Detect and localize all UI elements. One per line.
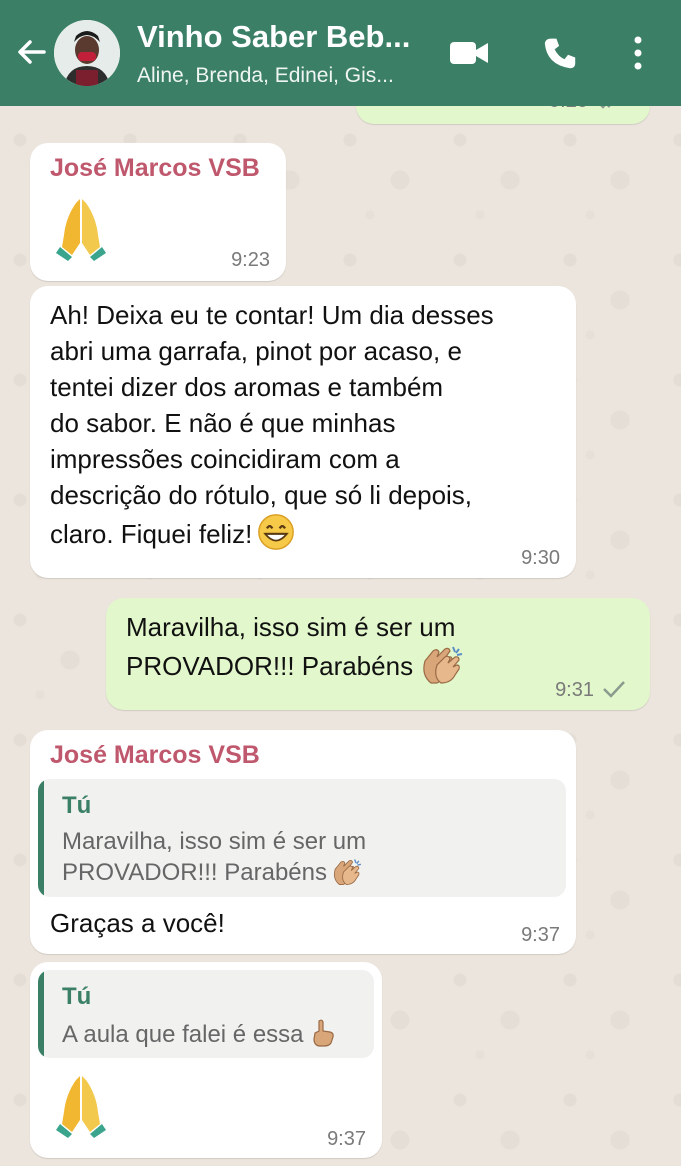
pointing-up-emoji: [312, 1019, 334, 1047]
message-bubble-incoming[interactable]: José Marcos VSB Tú Maravilha, isso sim é…: [30, 730, 576, 954]
more-options-icon[interactable]: [632, 36, 644, 70]
message-time: 9:31: [555, 679, 594, 701]
group-avatar[interactable]: [54, 20, 120, 86]
clapping-hands-emoji: [333, 859, 362, 885]
message-bubble-outgoing[interactable]: Maravilha, isso sim é ser um PROVADOR!!!…: [106, 598, 650, 710]
message-bubble-incoming[interactable]: Ah! Deixa eu te contar! Um dia desses ab…: [30, 286, 576, 578]
avatar-picture: [54, 20, 120, 86]
message-time: 9:37: [327, 1128, 366, 1150]
back-arrow-icon[interactable]: [14, 34, 50, 70]
message-time: 9:23: [231, 249, 270, 271]
quote-author: Tú: [62, 983, 92, 1010]
chat-header: Vinho Saber Beb... Aline, Brenda, Edinei…: [0, 0, 681, 106]
chat-participants[interactable]: Aline, Brenda, Edinei, Gis...: [137, 64, 427, 88]
grinning-face-emoji: [258, 514, 295, 550]
quote-text: A aula que falei é essa: [62, 1019, 336, 1050]
sender-name: José Marcos VSB: [50, 741, 260, 769]
phone-call-icon[interactable]: [541, 36, 579, 70]
folded-hands-emoji: [56, 1076, 106, 1138]
quoted-message[interactable]: Tú Maravilha, isso sim é ser um PROVADOR…: [38, 779, 566, 897]
message-bubble-incoming[interactable]: Tú A aula que falei é essa 9:37: [30, 962, 382, 1158]
quote-accent-bar: [38, 970, 44, 1058]
clapping-hands-emoji: [423, 646, 463, 684]
message-text: Graças a você!: [50, 908, 225, 938]
message-time: 9:37: [521, 924, 560, 946]
chat-title[interactable]: Vinho Saber Beb...: [137, 19, 427, 55]
video-call-icon[interactable]: [448, 36, 490, 70]
message-text: Maravilha, isso sim é ser um PROVADOR!!!…: [126, 609, 606, 685]
message-text: Ah! Deixa eu te contar! Um dia desses ab…: [50, 300, 494, 550]
quote-accent-bar: [38, 779, 44, 897]
sender-name: José Marcos VSB: [50, 154, 260, 182]
folded-hands-emoji: [56, 199, 106, 261]
quoted-message[interactable]: Tú A aula que falei é essa: [38, 970, 374, 1058]
message-time: 9:30: [521, 547, 560, 569]
quote-author: Tú: [62, 792, 92, 819]
single-check-icon: [603, 681, 625, 698]
quote-text: Maravilha, isso sim é ser um PROVADOR!!!…: [62, 828, 367, 886]
message-bubble-incoming[interactable]: José Marcos VSB 9:23: [30, 143, 286, 281]
